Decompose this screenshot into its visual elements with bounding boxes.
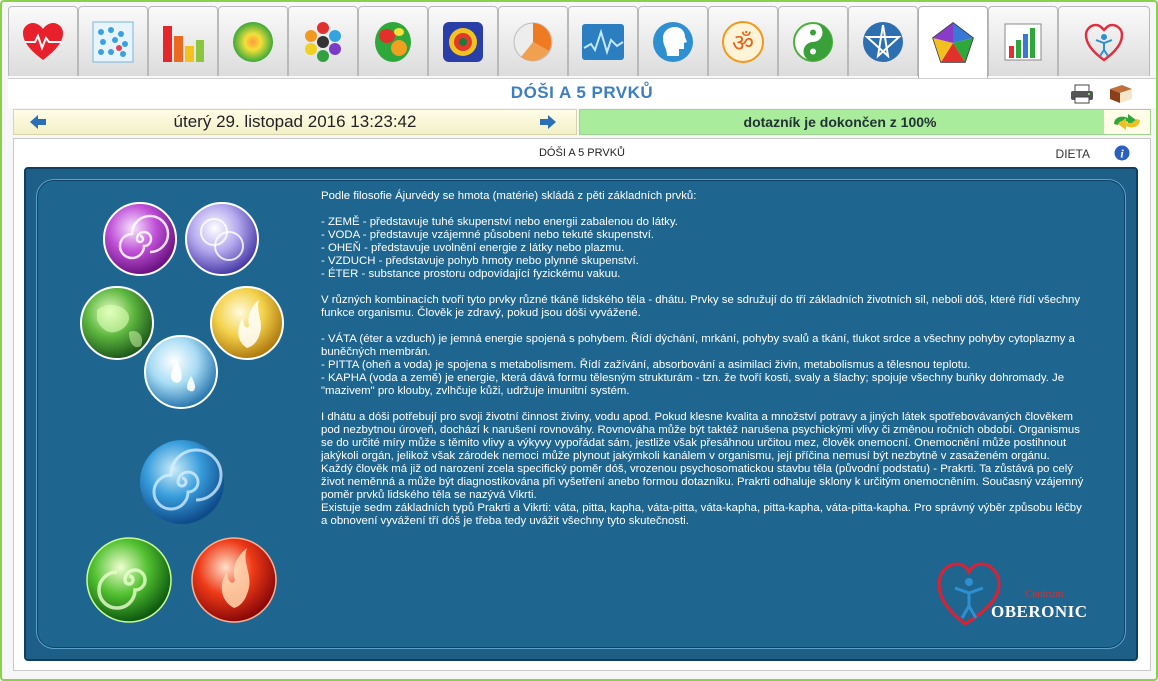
- book-icon[interactable]: [1108, 83, 1134, 105]
- text-line: buněčných membrán.: [321, 346, 431, 358]
- go-button[interactable]: [1104, 110, 1150, 134]
- tab-sphere[interactable]: [218, 6, 288, 76]
- pie-chart-icon: [513, 22, 553, 61]
- text-paragraph: Podle filosofie Ájurvédy se hmota (matér…: [321, 190, 1121, 203]
- kapha-green-orb: [86, 537, 172, 623]
- flame-orb: [210, 286, 284, 360]
- text-line: se do určité míry může s těmito vlivy a …: [321, 437, 1067, 449]
- section-title: DÓŠI A 5 PRVKŮ: [538, 147, 625, 159]
- water-swirl-orb: [140, 440, 224, 524]
- yin-yang-icon: [793, 21, 833, 62]
- mandala-icon: [443, 21, 483, 62]
- brain-map-icon: [375, 21, 411, 62]
- text-paragraph: V různých kombinacích tvoří tyto prvky r…: [321, 294, 1121, 320]
- element-orbs: [37, 180, 317, 650]
- tab-star[interactable]: [848, 6, 918, 76]
- text-paragraph: - ZEMĚ - představuje tuhé skupenství neb…: [321, 216, 1121, 281]
- printer-icon[interactable]: [1070, 84, 1094, 104]
- bar-chart-icon: [163, 25, 204, 62]
- nav-row: úterý 29. listopad 2016 13:23:42 dotazní…: [13, 109, 1151, 135]
- wave-monitor-icon: [582, 23, 624, 60]
- description-text: Podle filosofie Ájurvédy se hmota (matér…: [321, 190, 1121, 541]
- pentagon-chart-icon: [932, 21, 974, 63]
- text-paragraph: - VÁTA (éter a vzduch) je jemná energie …: [321, 333, 1121, 398]
- earth-orb: [80, 286, 154, 360]
- tab-brain[interactable]: [358, 6, 428, 76]
- text-line: - PITTA (oheň a voda) je spojena s metab…: [321, 359, 971, 371]
- tab-bar: ॐ: [8, 6, 1156, 78]
- sub-header: DÓŠI A 5 PRVKŮ DIETA i: [14, 145, 1150, 165]
- refresh-arrows-icon: [1114, 114, 1140, 130]
- text-line: jakýkoli orgán, jelikož však zárodek nem…: [321, 450, 1050, 462]
- text-line: - VODA - představuje vzájemné působení n…: [321, 229, 655, 241]
- tab-heart[interactable]: [8, 6, 78, 76]
- ether-orb: [103, 202, 177, 276]
- date-box: úterý 29. listopad 2016 13:23:42: [13, 109, 577, 135]
- text-line: Existuje sedm základních typů Prakrti a …: [321, 502, 1082, 514]
- tab-wave[interactable]: [568, 6, 638, 76]
- pitta-red-orb: [191, 537, 277, 623]
- tab-barchart2[interactable]: [988, 6, 1058, 76]
- dieta-link[interactable]: DIETA: [1056, 147, 1090, 161]
- text-line: - KAPHA (voda a země) je energie, která …: [321, 372, 1065, 384]
- text-line: - ZEMĚ - představuje tuhé skupenství neb…: [321, 216, 678, 228]
- logo-oberonic: OBERONIC: [991, 602, 1088, 621]
- text-line: pod nezbytnou úroveň, dochází k narušení…: [321, 424, 1080, 436]
- text-line: život neměnná a může být diagnostikována…: [321, 476, 1084, 488]
- orbs-svg: [80, 202, 284, 623]
- title-bar: DÓŠI A 5 PRVKŮ: [8, 78, 1156, 108]
- om-symbol-icon: ॐ: [722, 20, 764, 63]
- info-panel: Podle filosofie Ájurvédy se hmota (matér…: [24, 167, 1138, 661]
- tab-logo[interactable]: [1058, 6, 1150, 76]
- tab-mandala[interactable]: [428, 6, 498, 76]
- text-line: - VÁTA (éter a vzduch) je jemná energie …: [321, 333, 1075, 345]
- text-line: - ÉTER - substance prostoru odpovídající…: [321, 268, 621, 280]
- text-line: a obnovení vyvážení tří dóš je třeba ted…: [321, 515, 689, 527]
- hexagon-cluster-icon: [305, 21, 341, 62]
- logo-centrum: Centrum: [1025, 588, 1064, 600]
- bar-chart-color-icon: [1004, 23, 1042, 60]
- text-paragraph: I dhátu a dóši potřebují pro svoji život…: [321, 411, 1121, 528]
- status-text: dotazník je dokončen z 100%: [743, 114, 937, 130]
- app-frame: ॐ DÓŠI A 5 PRVKŮ úterý 29. listopad 2016…: [0, 0, 1158, 681]
- green-sphere-icon: [233, 21, 273, 62]
- text-line: poměr prvků lidského těla se nazývá Vikr…: [321, 489, 537, 501]
- tab-head[interactable]: [638, 6, 708, 76]
- tab-hex[interactable]: [288, 6, 358, 76]
- tab-grid[interactable]: [78, 6, 148, 76]
- text-line: Každý člověk má již od narození zcela sp…: [321, 463, 1073, 475]
- text-line: - VZDUCH - představuje pohyb hmoty nebo …: [321, 255, 639, 267]
- tab-pie[interactable]: [498, 6, 568, 76]
- water-drop-orb: [144, 335, 218, 409]
- dot-grid-icon: [92, 21, 134, 62]
- text-line: Podle filosofie Ájurvédy se hmota (matér…: [321, 190, 697, 202]
- tab-om[interactable]: ॐ: [708, 6, 778, 76]
- arrow-left-icon[interactable]: [30, 115, 46, 129]
- oberonic-logo: Centrum OBERONIC: [935, 552, 1095, 630]
- current-datetime: úterý 29. listopad 2016 13:23:42: [173, 112, 417, 131]
- page-title: DÓŠI A 5 PRVKŮ: [510, 83, 654, 102]
- pentagram-icon: [863, 21, 903, 62]
- text-line: "mazivem" pro klouby, zvlhčuje kůži, udr…: [321, 385, 630, 397]
- heart-pulse-icon: [23, 22, 63, 60]
- tab-yinyang[interactable]: [778, 6, 848, 76]
- tab-bars[interactable]: [148, 6, 218, 76]
- text-line: I dhátu a dóši potřebují pro svoji život…: [321, 411, 1073, 423]
- text-line: - OHEŇ - představuje uvolnění energie z …: [321, 242, 625, 254]
- head-profile-icon: [653, 21, 693, 62]
- info-panel-inner: Podle filosofie Ájurvédy se hmota (matér…: [36, 179, 1126, 649]
- tab-pentagon[interactable]: [918, 6, 988, 78]
- text-line: V různých kombinacích tvoří tyto prvky r…: [321, 294, 1081, 306]
- heart-figure-logo-icon: [1084, 23, 1124, 62]
- svg-text:ॐ: ॐ: [732, 29, 754, 57]
- arrow-right-icon[interactable]: [540, 115, 556, 129]
- questionnaire-status: dotazník je dokončen z 100%: [579, 109, 1151, 135]
- content-area: DÓŠI A 5 PRVKŮ DIETA i Podle filosofie Á…: [13, 138, 1151, 671]
- air-orb: [185, 202, 259, 276]
- text-line: funkce organismu. Člověk je zdravý, poku…: [321, 307, 641, 319]
- info-icon[interactable]: i: [1114, 145, 1130, 161]
